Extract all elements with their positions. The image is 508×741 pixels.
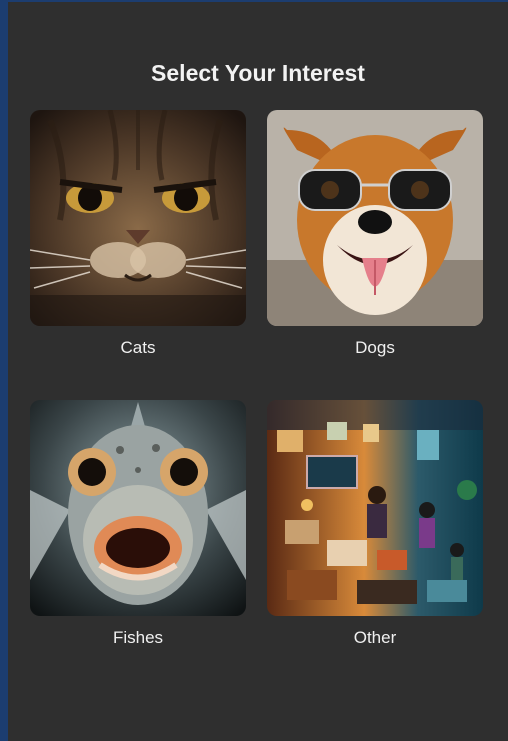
- interest-selection-panel: Select Your Interest Cats Dogs Fishes Ot…: [8, 2, 508, 741]
- interest-label-cats: Cats: [120, 338, 156, 357]
- interest-card-other[interactable]: Other: [267, 400, 483, 648]
- window-frame: Select Your Interest Cats Dogs Fishes Ot…: [0, 0, 508, 741]
- hobbies-collage-image[interactable]: [267, 400, 483, 616]
- interest-card-cats[interactable]: Cats: [30, 110, 246, 358]
- page-title: Select Your Interest: [151, 60, 365, 86]
- cat-image[interactable]: [30, 110, 246, 326]
- interest-card-fishes[interactable]: Fishes: [30, 400, 246, 648]
- dog-icon: [267, 110, 483, 326]
- fish-icon: [30, 400, 246, 616]
- cat-icon: [30, 110, 246, 326]
- fish-image[interactable]: [30, 400, 246, 616]
- interest-label-dogs: Dogs: [355, 338, 395, 357]
- dog-image[interactable]: [267, 110, 483, 326]
- hobbies-collage-icon: [267, 400, 483, 616]
- interest-card-dogs[interactable]: Dogs: [267, 110, 483, 358]
- interest-label-fishes: Fishes: [112, 628, 164, 647]
- interest-label-other: Other: [353, 628, 397, 647]
